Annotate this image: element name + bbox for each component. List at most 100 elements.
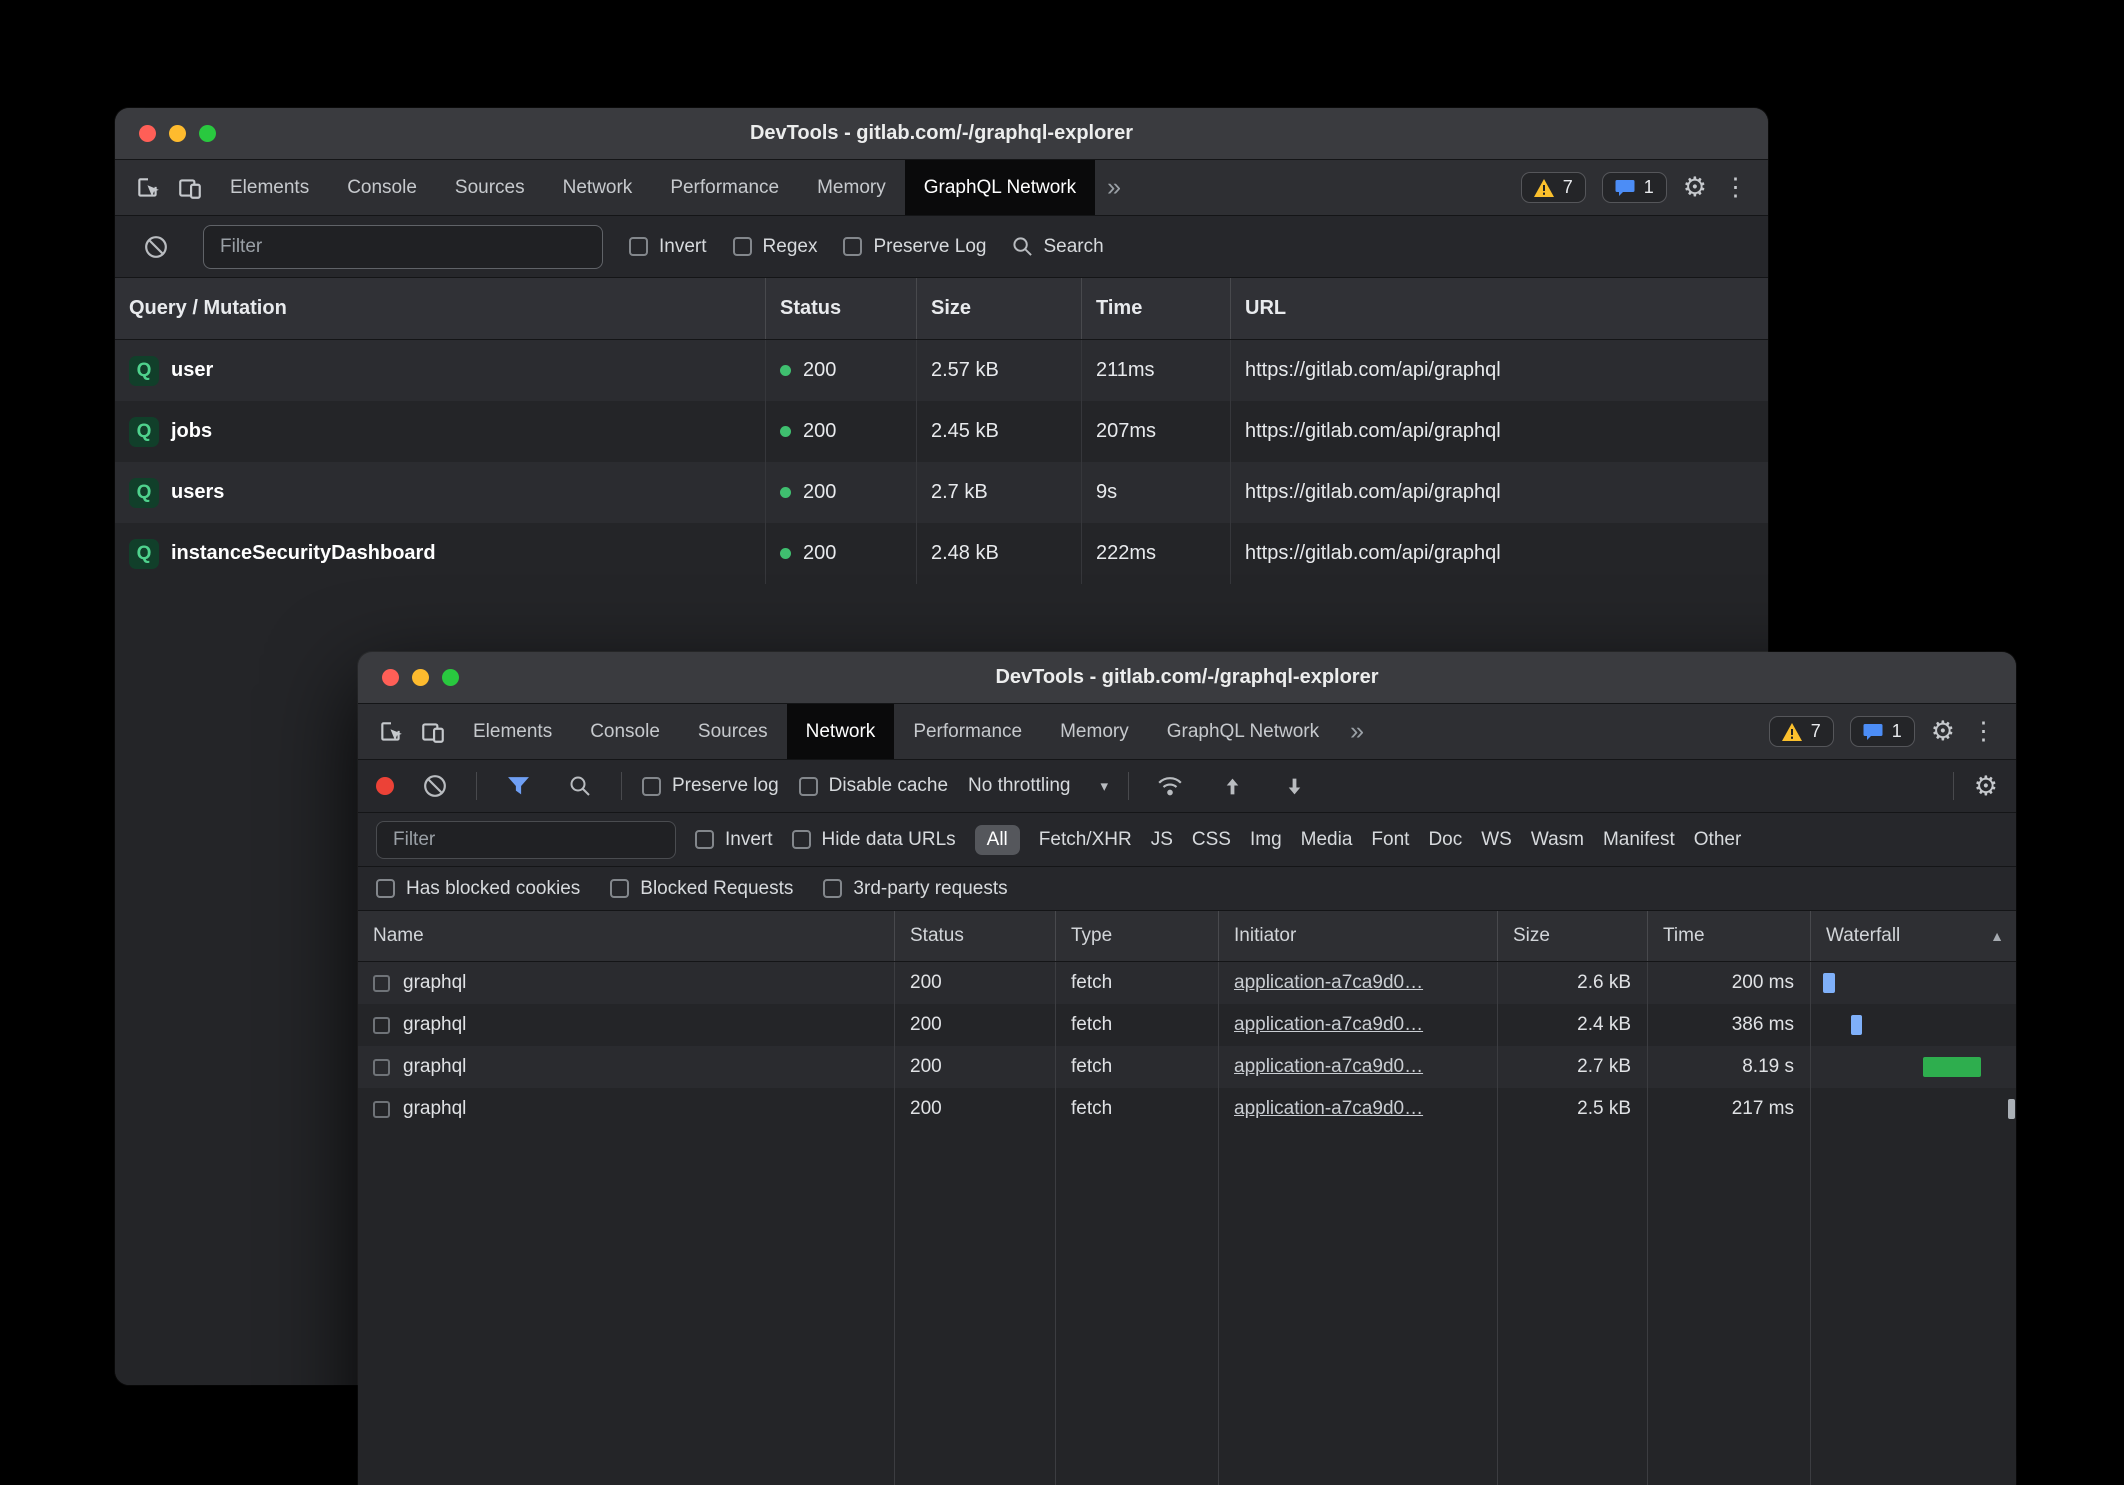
filter-type-font[interactable]: Font bbox=[1371, 829, 1409, 851]
settings-gear-icon[interactable]: ⚙ bbox=[1683, 174, 1707, 201]
query-row[interactable]: Q instanceSecurityDashboard 200 2.48 kB … bbox=[115, 523, 1768, 584]
tab-sources[interactable]: Sources bbox=[436, 160, 544, 215]
clear-icon[interactable] bbox=[414, 765, 456, 807]
titlebar[interactable]: DevTools - gitlab.com/-/graphql-explorer bbox=[358, 652, 2016, 704]
filter-type-img[interactable]: Img bbox=[1250, 829, 1282, 851]
messages-badge[interactable]: 1 bbox=[1602, 172, 1667, 203]
disable-cache-checkbox[interactable] bbox=[799, 777, 818, 796]
filter-type-wasm[interactable]: Wasm bbox=[1531, 829, 1584, 851]
column-header-query-mutation[interactable]: Query / Mutation bbox=[115, 278, 765, 339]
close-window-button[interactable] bbox=[139, 125, 156, 142]
column-header-name[interactable]: Name bbox=[358, 911, 894, 961]
row-checkbox[interactable] bbox=[373, 975, 390, 992]
column-header-type[interactable]: Type bbox=[1055, 911, 1218, 961]
tab-memory[interactable]: Memory bbox=[1041, 704, 1148, 759]
tab-elements[interactable]: Elements bbox=[211, 160, 328, 215]
query-row[interactable]: Q jobs 200 2.45 kB 207ms https://gitlab.… bbox=[115, 401, 1768, 462]
search-icon[interactable] bbox=[559, 765, 601, 807]
network-conditions-icon[interactable] bbox=[1149, 765, 1191, 807]
tab-elements[interactable]: Elements bbox=[454, 704, 571, 759]
initiator-link[interactable]: application-a7ca9d0… bbox=[1234, 1014, 1423, 1036]
request-row[interactable]: graphql 200 fetch application-a7ca9d0… 2… bbox=[358, 1088, 2016, 1130]
query-row[interactable]: Q user 200 2.57 kB 211ms https://gitlab.… bbox=[115, 340, 1768, 401]
filter-type-fetch-xhr[interactable]: Fetch/XHR bbox=[1039, 829, 1132, 851]
import-har-icon[interactable] bbox=[1211, 765, 1253, 807]
minimize-window-button[interactable] bbox=[412, 669, 429, 686]
tab-network[interactable]: Network bbox=[787, 704, 895, 759]
blocked-requests-checkbox[interactable] bbox=[610, 879, 629, 898]
inspect-element-icon[interactable] bbox=[127, 167, 169, 209]
tab-performance[interactable]: Performance bbox=[651, 160, 798, 215]
regex-checkbox[interactable] bbox=[733, 237, 752, 256]
filter-type-all[interactable]: All bbox=[975, 825, 1020, 855]
tab-performance[interactable]: Performance bbox=[894, 704, 1041, 759]
column-header-status[interactable]: Status bbox=[894, 911, 1055, 961]
search-button[interactable]: Search bbox=[1012, 236, 1103, 258]
column-header-time[interactable]: Time bbox=[1647, 911, 1810, 961]
initiator-link[interactable]: application-a7ca9d0… bbox=[1234, 972, 1423, 994]
network-settings-gear-icon[interactable]: ⚙ bbox=[1974, 773, 1998, 800]
clear-icon[interactable] bbox=[135, 226, 177, 268]
filter-type-ws[interactable]: WS bbox=[1481, 829, 1512, 851]
filter-funnel-icon[interactable] bbox=[497, 765, 539, 807]
tab-graphql-network[interactable]: GraphQL Network bbox=[1148, 704, 1338, 759]
tab-console[interactable]: Console bbox=[571, 704, 679, 759]
minimize-window-button[interactable] bbox=[169, 125, 186, 142]
more-tabs-icon[interactable]: » bbox=[1338, 717, 1376, 746]
zoom-window-button[interactable] bbox=[442, 669, 459, 686]
preserve-log-checkbox[interactable] bbox=[642, 777, 661, 796]
request-row[interactable]: graphql 200 fetch application-a7ca9d0… 2… bbox=[358, 1004, 2016, 1046]
close-window-button[interactable] bbox=[382, 669, 399, 686]
column-header-time[interactable]: Time bbox=[1081, 278, 1230, 339]
filter-type-other[interactable]: Other bbox=[1694, 829, 1742, 851]
issues-badge[interactable]: 7 bbox=[1769, 716, 1834, 747]
tab-graphql-network[interactable]: GraphQL Network bbox=[905, 160, 1095, 215]
row-checkbox[interactable] bbox=[373, 1017, 390, 1034]
type-cell: fetch bbox=[1055, 1046, 1218, 1088]
filter-type-js[interactable]: JS bbox=[1151, 829, 1173, 851]
device-toolbar-icon[interactable] bbox=[412, 711, 454, 753]
export-har-icon[interactable] bbox=[1273, 765, 1315, 807]
query-row[interactable]: Q users 200 2.7 kB 9s https://gitlab.com… bbox=[115, 462, 1768, 523]
network-filter-input[interactable] bbox=[376, 821, 676, 859]
settings-gear-icon[interactable]: ⚙ bbox=[1931, 718, 1955, 745]
messages-badge[interactable]: 1 bbox=[1850, 716, 1915, 747]
filter-type-css[interactable]: CSS bbox=[1192, 829, 1231, 851]
issues-badge[interactable]: 7 bbox=[1521, 172, 1586, 203]
invert-checkbox[interactable] bbox=[629, 237, 648, 256]
kebab-menu-icon[interactable]: ⋮ bbox=[1971, 719, 1996, 744]
tab-console[interactable]: Console bbox=[328, 160, 436, 215]
row-checkbox[interactable] bbox=[373, 1059, 390, 1076]
preserve-log-checkbox[interactable] bbox=[843, 237, 862, 256]
third-party-requests-checkbox[interactable] bbox=[823, 879, 842, 898]
tab-network[interactable]: Network bbox=[544, 160, 652, 215]
filter-input[interactable] bbox=[203, 225, 603, 269]
zoom-window-button[interactable] bbox=[199, 125, 216, 142]
column-header-url[interactable]: URL bbox=[1230, 278, 1768, 339]
throttling-select[interactable]: No throttling ▾ bbox=[968, 775, 1108, 797]
column-header-waterfall[interactable]: Waterfall ▲ bbox=[1810, 911, 2016, 961]
column-header-status[interactable]: Status bbox=[765, 278, 916, 339]
record-button[interactable] bbox=[376, 777, 394, 795]
initiator-link[interactable]: application-a7ca9d0… bbox=[1234, 1098, 1423, 1120]
column-header-initiator[interactable]: Initiator bbox=[1218, 911, 1497, 961]
more-tabs-icon[interactable]: » bbox=[1095, 173, 1133, 202]
filter-type-manifest[interactable]: Manifest bbox=[1603, 829, 1675, 851]
titlebar[interactable]: DevTools - gitlab.com/-/graphql-explorer bbox=[115, 108, 1768, 160]
tab-memory[interactable]: Memory bbox=[798, 160, 905, 215]
filter-type-media[interactable]: Media bbox=[1301, 829, 1353, 851]
initiator-link[interactable]: application-a7ca9d0… bbox=[1234, 1056, 1423, 1078]
column-header-size[interactable]: Size bbox=[916, 278, 1081, 339]
invert-checkbox[interactable] bbox=[695, 830, 714, 849]
request-row[interactable]: graphql 200 fetch application-a7ca9d0… 2… bbox=[358, 962, 2016, 1004]
request-row[interactable]: graphql 200 fetch application-a7ca9d0… 2… bbox=[358, 1046, 2016, 1088]
filter-type-doc[interactable]: Doc bbox=[1428, 829, 1462, 851]
hide-data-urls-checkbox[interactable] bbox=[792, 830, 811, 849]
inspect-element-icon[interactable] bbox=[370, 711, 412, 753]
has-blocked-cookies-checkbox[interactable] bbox=[376, 879, 395, 898]
tab-sources[interactable]: Sources bbox=[679, 704, 787, 759]
row-checkbox[interactable] bbox=[373, 1101, 390, 1118]
column-header-size[interactable]: Size bbox=[1497, 911, 1647, 961]
device-toolbar-icon[interactable] bbox=[169, 167, 211, 209]
kebab-menu-icon[interactable]: ⋮ bbox=[1723, 175, 1748, 200]
